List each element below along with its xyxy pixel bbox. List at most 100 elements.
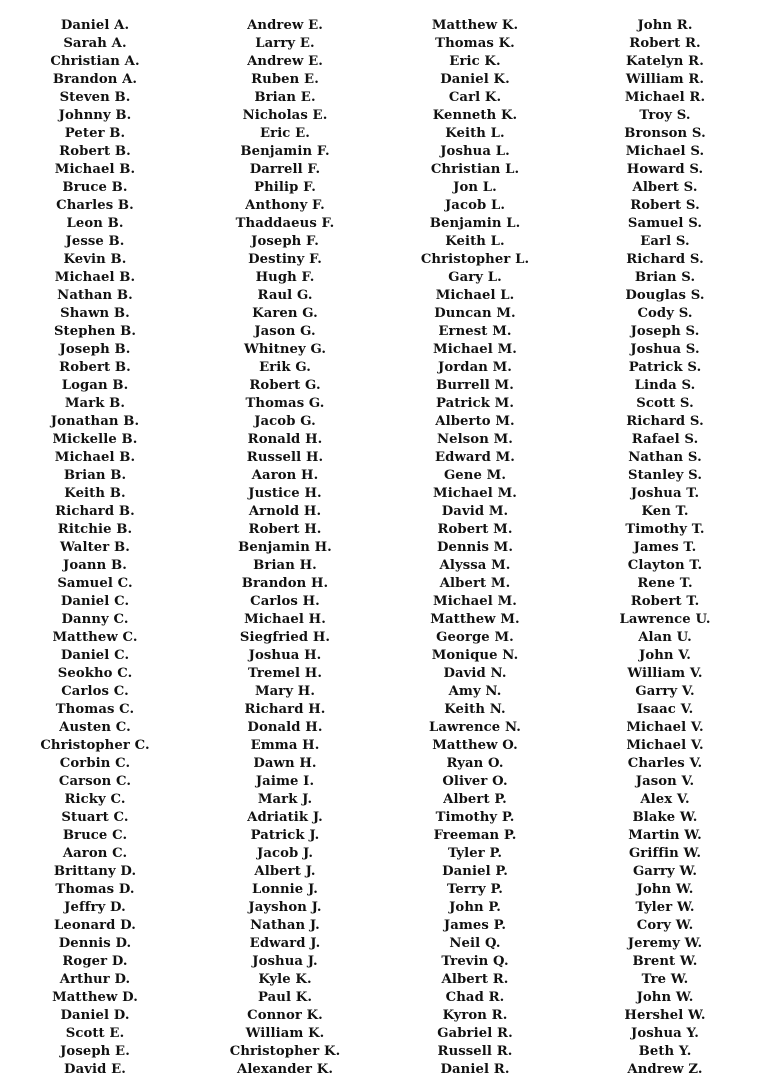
name-entry: Joshua Y. — [631, 1026, 699, 1041]
name-entry: Garry W. — [632, 864, 698, 879]
name-entry: Emma H. — [250, 738, 320, 753]
name-entry: Matthew M. — [430, 612, 520, 627]
name-entry: Matthew D. — [52, 990, 138, 1005]
name-entry: Paul K. — [257, 990, 313, 1005]
name-entry: Jon L. — [453, 180, 497, 195]
name-entry: Isaac V. — [636, 702, 694, 717]
name-entry: Carlos C. — [61, 684, 129, 699]
name-entry: Brent W. — [632, 954, 698, 969]
name-entry: Joseph B. — [59, 342, 131, 357]
name-entry: Monique N. — [431, 648, 519, 663]
name-entry: Russell H. — [246, 450, 324, 465]
name-entry: Destiny F. — [248, 252, 322, 267]
name-entry: Michael V. — [626, 720, 704, 735]
name-entry: Brandon A. — [52, 72, 138, 87]
name-entry: Matthew C. — [52, 630, 138, 645]
name-list-page: Daniel A. Sarah A. Christian A. Brandon A. S… — [0, 0, 760, 1077]
name-entry: Ruben E. — [251, 72, 319, 87]
name-entry: Anthony F. — [245, 198, 325, 213]
name-entry: Michael M. — [433, 342, 517, 357]
name-entry: Bronson S. — [624, 126, 706, 141]
name-entry: Joann B. — [63, 558, 127, 573]
name-entry: Leon B. — [66, 216, 124, 231]
name-entry: Joshua T. — [630, 486, 700, 501]
name-entry: Raul G. — [257, 288, 313, 303]
name-entry: Kenneth K. — [432, 108, 518, 123]
name-entry: Nathan B. — [57, 288, 133, 303]
name-entry: Daniel C. — [60, 594, 130, 609]
name-entry: Martin W. — [628, 828, 702, 843]
name-entry: Benjamin H. — [238, 540, 332, 555]
name-entry: Christopher C. — [40, 738, 150, 753]
name-entry: Dennis M. — [436, 540, 514, 555]
name-entry: Richard H. — [244, 702, 326, 717]
name-entry: Christian L. — [430, 162, 520, 177]
name-entry: Nicholas E. — [242, 108, 328, 123]
name-entry: Joshua H. — [248, 648, 322, 663]
name-entry: Alex V. — [640, 792, 690, 807]
name-entry: Aaron C. — [62, 846, 128, 861]
name-entry: William R. — [625, 72, 705, 87]
name-entry: Howard S. — [626, 162, 704, 177]
name-entry: Amy N. — [448, 684, 502, 699]
name-entry: Brian E. — [254, 90, 316, 105]
name-entry: Jacob L. — [444, 198, 506, 213]
name-entry: Daniel P. — [442, 864, 508, 879]
name-entry: Richard B. — [55, 504, 135, 519]
name-entry: Justice H. — [248, 486, 322, 501]
name-entry: Jason V. — [635, 774, 695, 789]
name-entry: Brian B. — [63, 468, 127, 483]
name-entry: Alan U. — [638, 630, 692, 645]
name-entry: Eric K. — [449, 54, 501, 69]
name-entry: Samuel S. — [627, 216, 703, 231]
name-entry: Douglas S. — [625, 288, 705, 303]
name-entry: David M. — [441, 504, 509, 519]
name-entry: Shawn B. — [60, 306, 130, 321]
name-entry: Timothy P. — [435, 810, 515, 825]
name-entry: Jordan M. — [437, 360, 513, 375]
name-entry: Brian S. — [634, 270, 696, 285]
name-entry: Joshua L. — [440, 144, 510, 159]
name-entry: Timothy T. — [625, 522, 705, 537]
name-entry: Scott E. — [65, 1026, 125, 1041]
name-entry: Ken T. — [641, 504, 689, 519]
name-entry: David N. — [443, 666, 507, 681]
name-entry: Earl S. — [640, 234, 690, 249]
name-entry: Tyler W. — [635, 900, 695, 915]
name-entry: Russell R. — [437, 1044, 513, 1059]
name-entry: Steven B. — [59, 90, 131, 105]
name-entry: Christopher K. — [229, 1044, 341, 1059]
name-entry: Siegfried H. — [239, 630, 331, 645]
name-entry: Keith B. — [64, 486, 126, 501]
name-entry: Michael V. — [626, 738, 704, 753]
name-entry: Danny C. — [61, 612, 129, 627]
name-entry: Jeffry D. — [64, 900, 126, 915]
name-entry: Arnold H. — [248, 504, 322, 519]
name-entry: Daniel D. — [60, 1008, 130, 1023]
name-entry: Jason G. — [254, 324, 316, 339]
name-entry: Adriatik J. — [247, 810, 323, 825]
name-entry: Brian H. — [253, 558, 317, 573]
name-entry: Christopher L. — [420, 252, 530, 267]
name-entry: Cody S. — [637, 306, 693, 321]
name-entry: Cory W. — [636, 918, 694, 933]
name-entry: Freeman P. — [433, 828, 517, 843]
name-entry: Whitney G. — [243, 342, 327, 357]
name-entry: Kevin B. — [63, 252, 127, 267]
name-entry: Patrick J. — [250, 828, 320, 843]
name-entry: Neil Q. — [449, 936, 501, 951]
name-entry: Beth Y. — [638, 1044, 692, 1059]
name-entry: Larry E. — [255, 36, 315, 51]
name-entry: John W. — [636, 882, 694, 897]
name-entry: Albert R. — [441, 972, 509, 987]
name-entry: Daniel A. — [60, 18, 130, 33]
name-entry: Robert G. — [249, 378, 321, 393]
name-entry: Ryan O. — [446, 756, 504, 771]
name-entry: Seokho C. — [57, 666, 133, 681]
name-entry: Chad R. — [445, 990, 505, 1005]
name-entry: Darrell F. — [249, 162, 321, 177]
name-entry: Benjamin L. — [429, 216, 521, 231]
name-entry: Jacob J. — [256, 846, 314, 861]
name-entry: Benjamin F. — [240, 144, 330, 159]
name-entry: Lonnie J. — [252, 882, 318, 897]
